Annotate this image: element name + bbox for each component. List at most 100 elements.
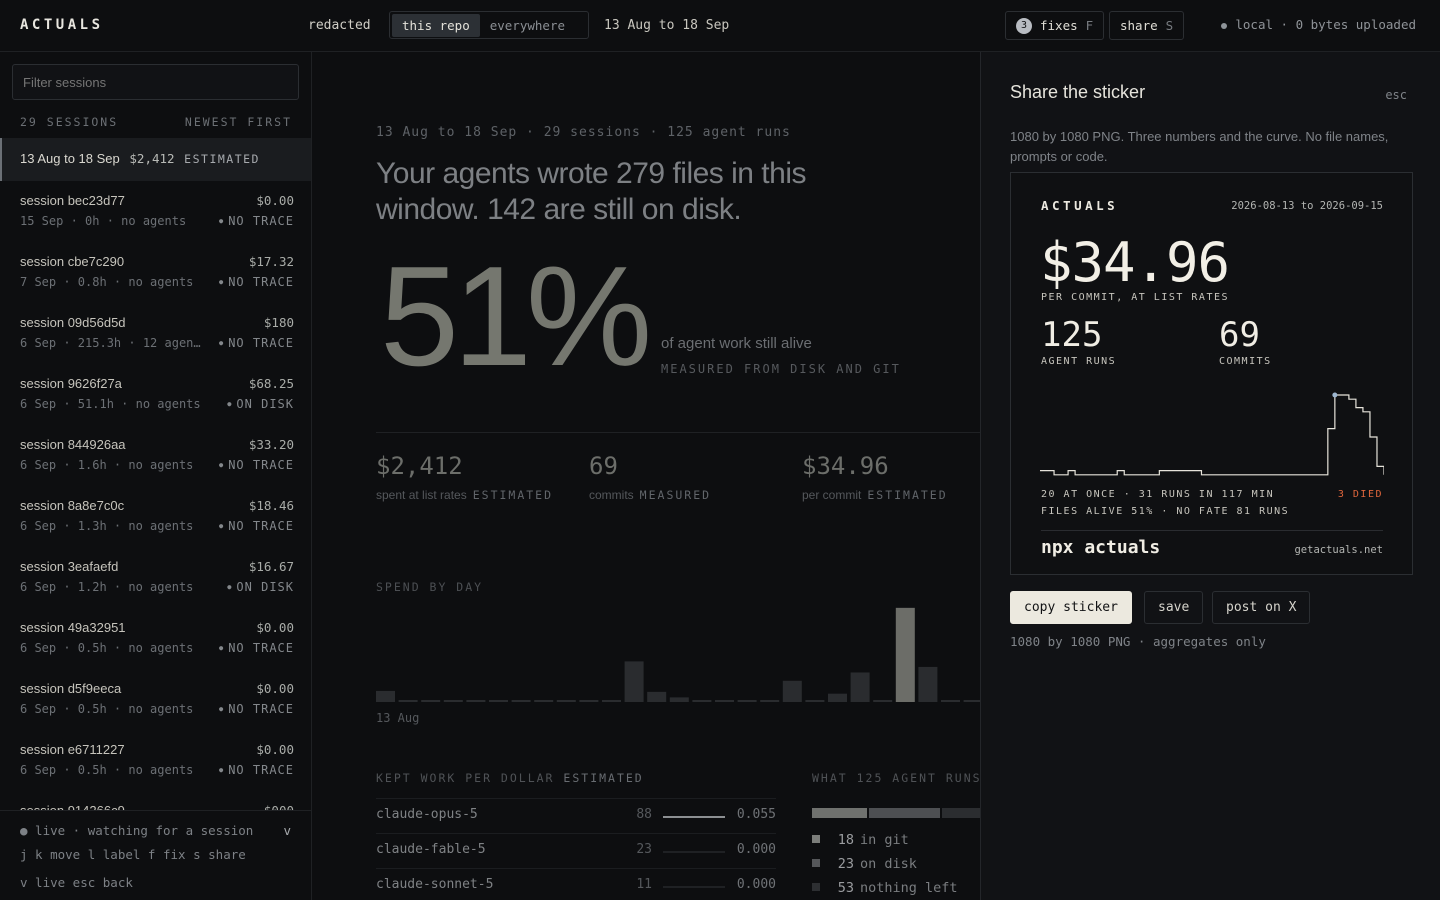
session-item[interactable]: session cbe7c290 $17.32 7 Sep · 0.8h · no … — [0, 242, 311, 303]
session-cost: $33.20 — [248, 437, 294, 452]
session-name: session e6711227 — [20, 742, 125, 757]
spend-bar[interactable] — [398, 700, 418, 702]
share-button[interactable]: share S — [1109, 11, 1185, 40]
session-item[interactable]: session 49a32951 $0.00 6 Sep · 0.5h · no a… — [0, 608, 311, 669]
sticker-per-commit: $34.96 — [1040, 231, 1230, 294]
upload-status-text: local · 0 bytes uploaded — [1235, 17, 1416, 32]
section-divider — [376, 432, 980, 433]
sessions-sidebar: 29 SESSIONS NEWEST FIRST 13 Aug to 18 Se… — [0, 52, 312, 900]
session-name: session cbe7c290 — [20, 254, 125, 269]
spend-bar[interactable] — [828, 693, 847, 702]
current-range-cost: $2,412 — [129, 151, 175, 166]
post-on-x-button[interactable]: post on X — [1212, 591, 1311, 624]
sort-order[interactable]: NEWEST FIRST — [185, 115, 292, 129]
spend-bar[interactable] — [624, 661, 644, 702]
share-panel-title: Share the sticker — [1010, 82, 1146, 102]
session-state: NO TRACE — [219, 519, 294, 533]
session-item[interactable]: session 09d56d5d $180 6 Sep · 215.3h · 12 … — [0, 303, 311, 364]
sticker-curve-line — [1040, 394, 1384, 476]
report-headline: Your agents wrote 279 files in this wind… — [376, 157, 807, 226]
spend-bar[interactable] — [963, 700, 980, 702]
what-left-label: nothing left — [860, 880, 958, 896]
session-cost: $0.00 — [256, 620, 294, 635]
spend-bar[interactable] — [421, 700, 441, 702]
sticker-per-commit-caption: PER COMMIT, AT LIST RATES — [1041, 292, 1230, 303]
spend-bar[interactable] — [376, 690, 395, 702]
spend-bar[interactable] — [782, 680, 802, 702]
app-logo[interactable]: ACTUALS — [20, 17, 104, 33]
session-cost: $68.25 — [248, 376, 294, 391]
sticker-line-1: 20 AT ONCE · 31 RUNS IN 117 MIN 3 DIED — [1041, 489, 1383, 500]
spend-bar[interactable] — [918, 666, 938, 702]
kept-work-bar — [663, 816, 725, 818]
what-left-count: 23 — [837, 856, 854, 872]
session-item[interactable]: session bec23d77 $0.00 15 Sep · 0h · no ag… — [0, 181, 311, 242]
share-note: 1080 by 1080 PNG · aggregates only — [1010, 634, 1266, 649]
spend-bar[interactable] — [737, 700, 757, 702]
scope-toggle: this repo everywhere — [389, 11, 589, 39]
live-status[interactable]: ● live · watching for a session — [20, 823, 253, 847]
session-item[interactable]: session 8a8e7c0c $18.46 6 Sep · 1.3h · no … — [0, 486, 311, 547]
current-range-item[interactable]: 13 Aug to 18 Sep $2,412 ESTIMATED — [0, 138, 311, 181]
sticker-line-1-text: 20 AT ONCE · 31 RUNS IN 117 MIN — [1041, 489, 1275, 500]
status-dot-icon — [1221, 22, 1228, 29]
kept-work-row[interactable]: claude-sonnet-5 11 0.000 — [376, 868, 776, 900]
legend-swatch-icon — [812, 883, 820, 891]
session-state: NO TRACE — [219, 702, 294, 716]
session-item[interactable]: session 844926aa $33.20 6 Sep · 1.6h · no … — [0, 425, 311, 486]
spend-bar[interactable] — [466, 700, 486, 702]
spend-bar[interactable] — [647, 691, 667, 702]
spend-bar[interactable] — [760, 700, 780, 702]
save-button[interactable]: save — [1144, 591, 1204, 624]
sticker-commits-caption: COMMITS — [1219, 356, 1272, 367]
sticker-peak-marker — [1332, 392, 1338, 398]
session-cost: $18.46 — [248, 498, 294, 513]
session-state: NO TRACE — [219, 641, 294, 655]
spend-bar[interactable] — [715, 700, 734, 702]
spend-bar[interactable] — [941, 700, 960, 702]
copy-sticker-button[interactable]: copy sticker — [1010, 591, 1132, 624]
spend-bar[interactable] — [511, 700, 531, 702]
kept-work-row[interactable]: claude-opus-5 88 0.055 — [376, 798, 776, 833]
session-item[interactable]: session d5f9eeca $0.00 6 Sep · 0.5h · no a… — [0, 669, 311, 730]
spend-bar[interactable] — [850, 672, 870, 702]
what-left-bar — [812, 808, 980, 818]
redacted-label[interactable]: redacted — [308, 18, 371, 33]
scope-this-repo[interactable]: this repo — [392, 13, 480, 37]
spend-bar[interactable] — [534, 700, 554, 702]
spend-bar[interactable] — [556, 700, 576, 702]
spend-bar[interactable] — [489, 700, 508, 702]
spend-bar[interactable] — [805, 700, 825, 702]
close-panel-button[interactable]: esc — [1385, 88, 1407, 102]
spend-bar[interactable] — [873, 700, 893, 702]
filter-sessions-input[interactable] — [12, 64, 299, 100]
session-cost: $0.00 — [256, 681, 294, 696]
legend-swatch-icon — [812, 859, 820, 867]
share-label: share — [1120, 18, 1158, 33]
session-item[interactable]: session 3eafaefd $16.67 6 Sep · 1.2h · no … — [0, 547, 311, 608]
alive-method: MEASURED FROM DISK AND GIT — [661, 362, 901, 376]
spend-bar[interactable] — [669, 697, 689, 702]
session-meta: 15 Sep · 0h · no agents — [20, 214, 187, 228]
stat-per-commit-label: per commit — [802, 488, 862, 502]
session-item[interactable]: session 9626f27a $68.25 6 Sep · 51.1h · no… — [0, 364, 311, 425]
spend-bar[interactable] — [443, 700, 463, 702]
stat-per-commit-tag: ESTIMATED — [867, 488, 948, 502]
session-name: session bec23d77 — [20, 193, 125, 208]
spend-bar[interactable] — [579, 700, 599, 702]
session-item[interactable]: session e6711227 $0.00 6 Sep · 0.5h · no a… — [0, 730, 311, 791]
what-left-bar-nothing — [942, 808, 980, 818]
spend-bar[interactable] — [895, 607, 915, 702]
fixes-shortcut: F — [1085, 18, 1094, 33]
scope-everywhere[interactable]: everywhere — [480, 14, 575, 37]
date-range[interactable]: 13 Aug to 18 Sep — [604, 18, 729, 33]
kept-work-row[interactable]: claude-fable-5 23 0.000 — [376, 833, 776, 868]
legend-swatch-icon — [812, 835, 820, 843]
what-left-row: 53 nothing left — [812, 880, 958, 896]
session-meta: 7 Sep · 0.8h · no agents — [20, 275, 194, 289]
fixes-button[interactable]: 3 fixes F — [1005, 11, 1105, 40]
spend-bar[interactable] — [602, 700, 621, 702]
sticker-commits: 69 — [1219, 315, 1260, 355]
session-meta: 6 Sep · 1.2h · no agents — [20, 580, 194, 594]
spend-bar[interactable] — [692, 700, 712, 702]
